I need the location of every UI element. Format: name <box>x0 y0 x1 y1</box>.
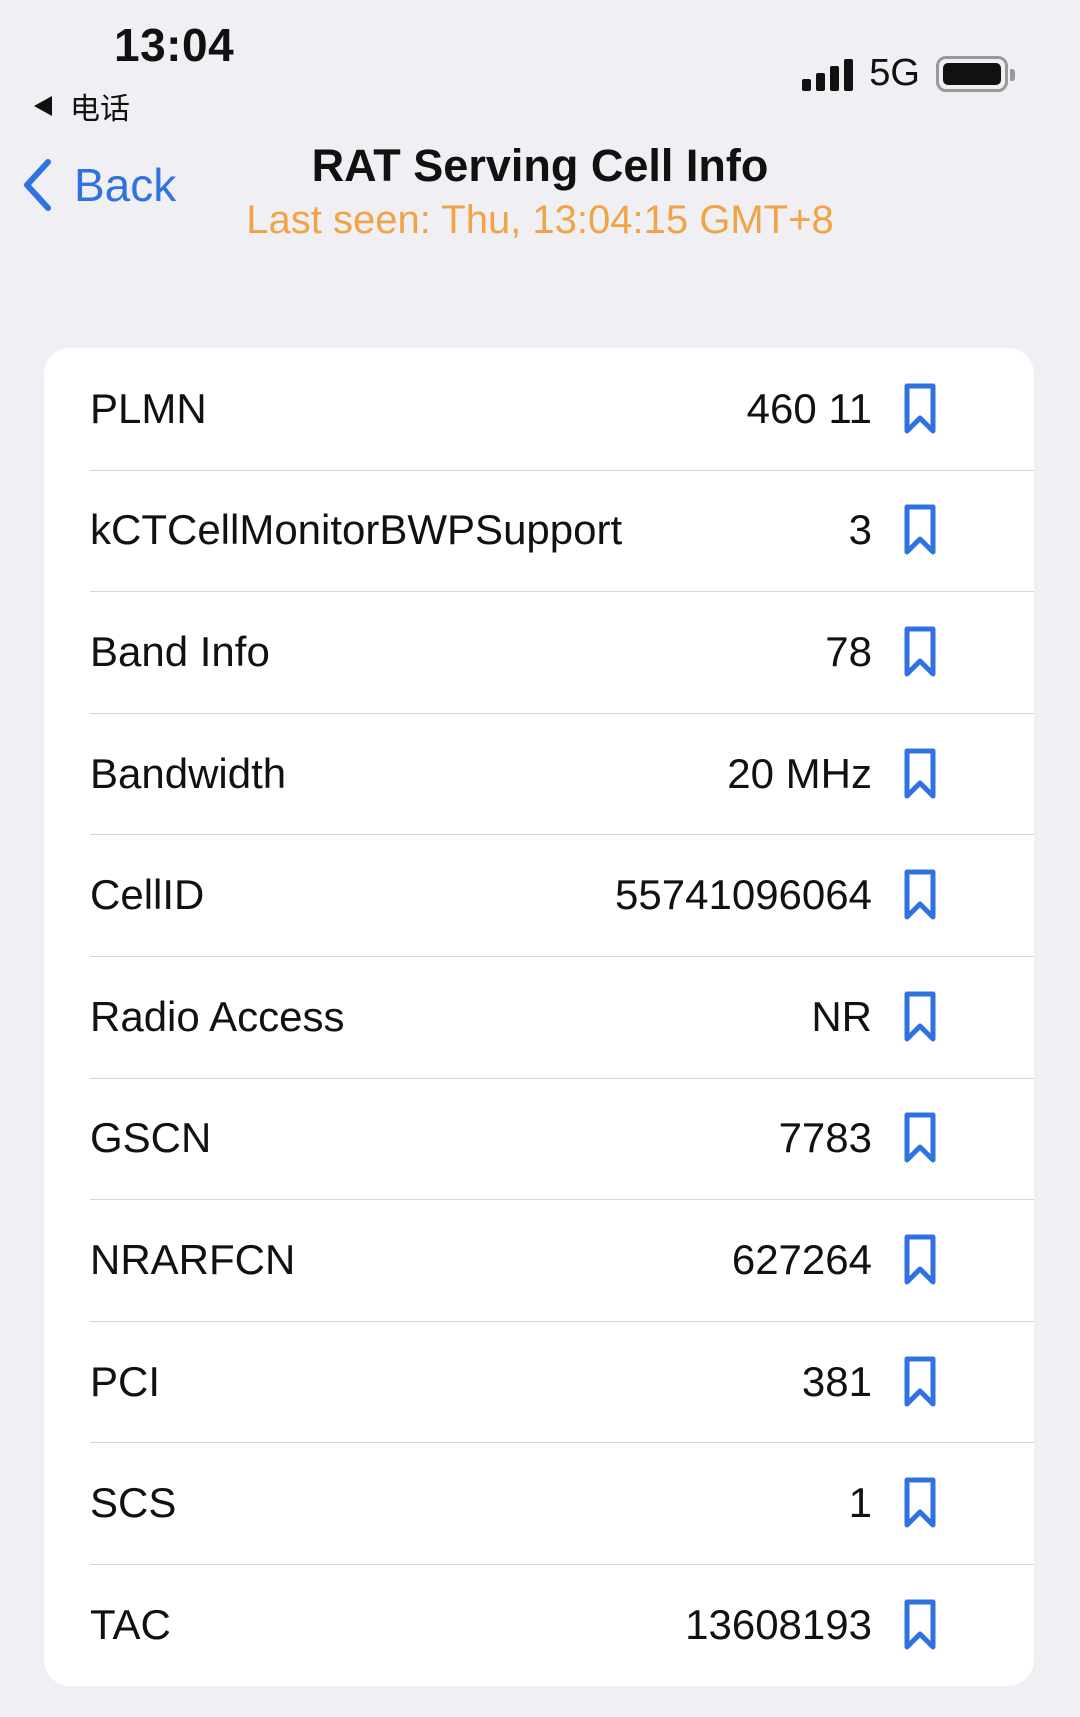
chevron-left-icon <box>24 159 51 211</box>
cellular-signal-icon <box>802 57 854 91</box>
list-item: NRARFCN 627264 <box>44 1199 1034 1321</box>
row-label: Radio Access <box>90 992 345 1040</box>
status-indicators: 5G <box>802 52 1015 95</box>
bookmark-icon[interactable] <box>902 747 938 801</box>
list-item: Band Info 78 <box>44 591 1034 713</box>
cell-info-list: PLMN 460 11 kCTCellMonitorBWPSupport 3 Band … <box>44 348 1034 1686</box>
list-item: Bandwidth 20 MHz <box>44 712 1034 835</box>
list-item: PCI 381 <box>44 1320 1034 1443</box>
bookmark-icon[interactable] <box>902 1476 938 1530</box>
row-label: GSCN <box>90 1114 212 1162</box>
row-label: NRARFCN <box>90 1235 296 1283</box>
row-value: 78 <box>825 627 872 675</box>
row-value: 20 MHz <box>727 749 872 797</box>
list-item: PLMN 460 11 <box>44 348 1034 470</box>
return-app-label: 电话 <box>70 93 130 126</box>
back-button[interactable]: Back <box>22 158 176 212</box>
bookmark-icon[interactable] <box>902 1111 938 1165</box>
row-value: 7783 <box>778 1114 872 1162</box>
list-item: Radio Access NR <box>44 955 1034 1078</box>
bookmark-icon[interactable] <box>902 382 938 436</box>
back-triangle-icon <box>34 96 52 116</box>
list-item: GSCN 7783 <box>44 1077 1034 1200</box>
row-value: 460 11 <box>746 384 872 432</box>
row-label: PCI <box>90 1357 161 1405</box>
row-value: 1 <box>848 1479 872 1527</box>
bookmark-icon[interactable] <box>902 1355 938 1409</box>
back-label: Back <box>74 159 177 211</box>
row-label: Band Info <box>90 627 270 675</box>
status-time: 13:04 <box>114 19 235 71</box>
row-value: 55741096064 <box>615 871 872 919</box>
row-label: CellID <box>90 871 205 919</box>
bookmark-icon[interactable] <box>902 990 938 1044</box>
list-item: kCTCellMonitorBWPSupport 3 <box>44 469 1034 592</box>
row-value: 13608193 <box>685 1600 872 1648</box>
row-label: Bandwidth <box>90 749 287 797</box>
row-value: NR <box>811 992 872 1040</box>
row-value: 381 <box>801 1357 872 1405</box>
bookmark-icon[interactable] <box>902 1233 938 1287</box>
row-value: 627264 <box>731 1235 872 1283</box>
row-label: TAC <box>90 1600 171 1648</box>
battery-icon <box>936 55 1015 92</box>
list-item: SCS 1 <box>44 1442 1034 1564</box>
network-type: 5G <box>869 52 920 94</box>
bookmark-icon[interactable] <box>902 625 938 679</box>
bookmark-icon[interactable] <box>902 868 938 922</box>
bookmark-icon[interactable] <box>902 503 938 557</box>
return-to-app-button[interactable]: 电话 <box>34 84 130 128</box>
row-label: SCS <box>90 1479 177 1527</box>
screen: 13:04 电话 5G RAT Serving Cell Info Last s… <box>0 0 1080 1717</box>
bookmark-icon[interactable] <box>902 1598 938 1652</box>
row-value: 3 <box>848 506 872 554</box>
row-label: kCTCellMonitorBWPSupport <box>90 506 623 554</box>
list-item: TAC 13608193 <box>44 1563 1034 1686</box>
row-label: PLMN <box>90 384 207 432</box>
list-item: CellID 55741096064 <box>44 834 1034 956</box>
